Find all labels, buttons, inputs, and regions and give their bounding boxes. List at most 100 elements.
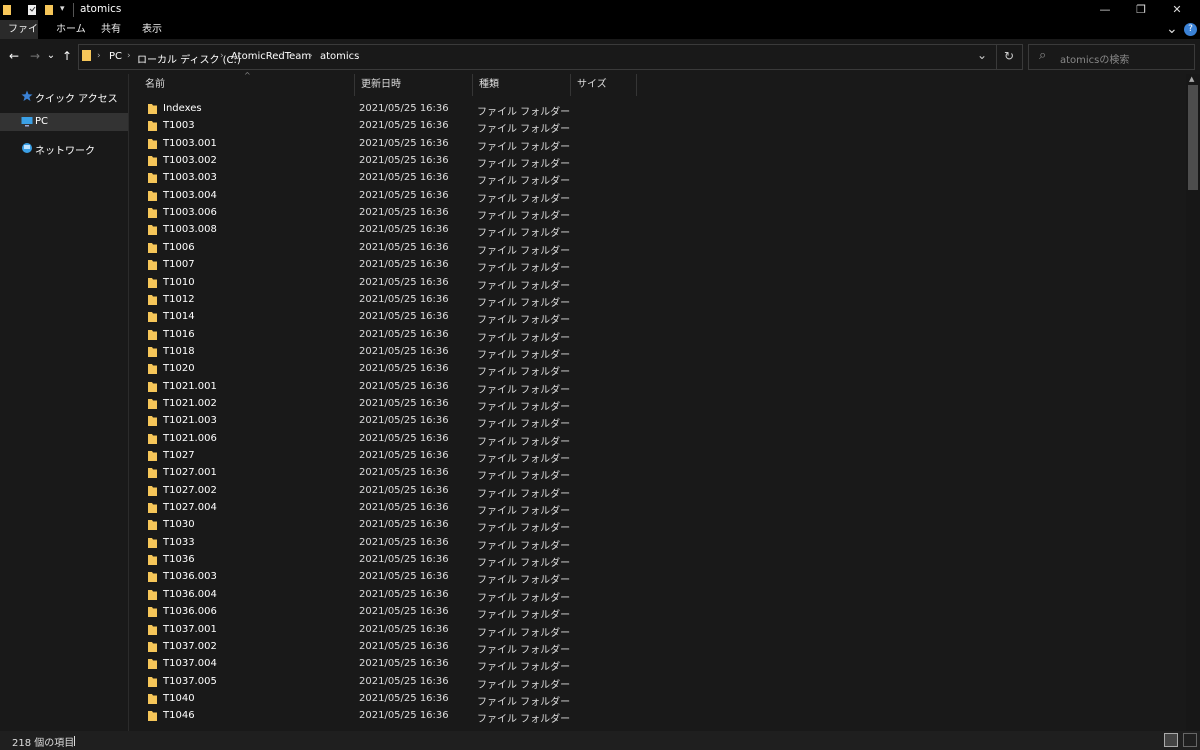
file-type: ファイル フォルダー [477, 124, 571, 136]
file-row[interactable]: T1003 2021/05/25 16:36 ファイル フォルダー [130, 118, 1130, 135]
forward-button[interactable]: → [28, 49, 42, 63]
folder-icon [148, 711, 157, 722]
folder-icon [148, 607, 157, 618]
recent-locations-button[interactable]: ⌄ [44, 49, 58, 63]
chevron-down-icon[interactable]: ⌄ [1166, 21, 1178, 37]
column-header-size[interactable]: サイズ [571, 74, 637, 96]
folder-icon [148, 676, 157, 687]
file-row[interactable]: T1046 2021/05/25 16:36 ファイル フォルダー [130, 708, 1130, 725]
file-type: ファイル フォルダー [477, 540, 571, 552]
scroll-up-arrow[interactable]: ▲ [1189, 75, 1194, 83]
search-input[interactable]: atomicsの検索 [1060, 51, 1129, 66]
file-row[interactable]: T1027 2021/05/25 16:36 ファイル フォルダー [130, 448, 1130, 465]
file-date: 2021/05/25 16:36 [359, 554, 449, 566]
column-header-date[interactable]: 更新日時 [355, 74, 473, 96]
file-row[interactable]: T1010 2021/05/25 16:36 ファイル フォルダー [130, 275, 1130, 292]
column-header-name[interactable]: 名前 [139, 74, 355, 96]
folder-icon [148, 190, 157, 201]
file-row[interactable]: T1033 2021/05/25 16:36 ファイル フォルダー [130, 535, 1130, 552]
sidebar-item-network[interactable]: ネットワーク [0, 139, 128, 157]
address-divider [996, 44, 997, 70]
file-name: T1037.001 [163, 623, 217, 635]
close-button[interactable]: ✕ [1154, 0, 1200, 20]
file-date: 2021/05/25 16:36 [359, 623, 449, 635]
title-bar [0, 0, 1200, 20]
file-row[interactable]: Indexes 2021/05/25 16:36 ファイル フォルダー [130, 101, 1130, 118]
folder-icon [148, 138, 157, 149]
file-row[interactable]: T1027.002 2021/05/25 16:36 ファイル フォルダー [130, 483, 1130, 500]
file-row[interactable]: T1006 2021/05/25 16:36 ファイル フォルダー [130, 240, 1130, 257]
file-type: ファイル フォルダー [477, 575, 571, 587]
file-row[interactable]: T1027.004 2021/05/25 16:36 ファイル フォルダー [130, 500, 1130, 517]
back-button[interactable]: ← [7, 49, 21, 63]
file-row[interactable]: T1021.006 2021/05/25 16:36 ファイル フォルダー [130, 431, 1130, 448]
column-header-type[interactable]: 種類 [473, 74, 571, 96]
sidebar-item-quick-access[interactable]: クイック アクセス [0, 87, 128, 105]
file-row[interactable]: T1012 2021/05/25 16:36 ファイル フォルダー [130, 292, 1130, 309]
customize-toolbar-icon[interactable]: ▾ [60, 4, 65, 14]
file-row[interactable]: T1007 2021/05/25 16:36 ファイル フォルダー [130, 257, 1130, 274]
scrollbar-thumb[interactable] [1188, 85, 1198, 190]
file-row[interactable]: T1036.006 2021/05/25 16:36 ファイル フォルダー [130, 604, 1130, 621]
file-row[interactable]: T1003.002 2021/05/25 16:36 ファイル フォルダー [130, 153, 1130, 170]
file-name: T1003 [163, 120, 195, 132]
sidebar-item-pc[interactable]: PC [0, 113, 128, 131]
file-row[interactable]: T1020 2021/05/25 16:36 ファイル フォルダー [130, 361, 1130, 378]
file-name: T1037.002 [163, 640, 217, 652]
navigation-pane [0, 74, 129, 731]
file-row[interactable]: T1036.004 2021/05/25 16:36 ファイル フォルダー [130, 587, 1130, 604]
folder-icon [148, 520, 157, 531]
file-name: T1027.004 [163, 502, 217, 514]
file-row[interactable]: T1014 2021/05/25 16:36 ファイル フォルダー [130, 309, 1130, 326]
up-button[interactable]: ↑ [60, 49, 74, 63]
file-type: ファイル フォルダー [477, 193, 571, 205]
breadcrumb-separator: › [127, 51, 131, 61]
folder-icon [148, 468, 157, 479]
file-row[interactable]: T1003.001 2021/05/25 16:36 ファイル フォルダー [130, 136, 1130, 153]
file-row[interactable]: T1021.002 2021/05/25 16:36 ファイル フォルダー [130, 396, 1130, 413]
refresh-icon[interactable]: ↻ [1004, 49, 1014, 63]
file-row[interactable]: T1016 2021/05/25 16:36 ファイル フォルダー [130, 327, 1130, 344]
file-row[interactable]: T1027.001 2021/05/25 16:36 ファイル フォルダー [130, 465, 1130, 482]
file-date: 2021/05/25 16:36 [359, 432, 449, 444]
breadcrumb-atomicredteam[interactable]: AtomicRedTeam [231, 51, 311, 62]
tab-share[interactable]: 共有 [93, 20, 129, 39]
file-type: ファイル フォルダー [477, 558, 571, 570]
properties-icon[interactable] [27, 4, 37, 16]
file-name: T1018 [163, 345, 195, 357]
tab-home[interactable]: ホーム [48, 20, 94, 39]
folder-icon [82, 50, 91, 61]
file-row[interactable]: T1037.002 2021/05/25 16:36 ファイル フォルダー [130, 639, 1130, 656]
file-row[interactable]: T1036 2021/05/25 16:36 ファイル フォルダー [130, 552, 1130, 569]
breadcrumb-atomics[interactable]: atomics [320, 51, 359, 62]
file-row[interactable]: T1021.003 2021/05/25 16:36 ファイル フォルダー [130, 413, 1130, 430]
details-view-button[interactable] [1164, 733, 1178, 747]
file-row[interactable]: T1037.001 2021/05/25 16:36 ファイル フォルダー [130, 622, 1130, 639]
file-row[interactable]: T1021.001 2021/05/25 16:36 ファイル フォルダー [130, 379, 1130, 396]
help-icon[interactable]: ? [1184, 23, 1197, 36]
file-row[interactable]: T1037.005 2021/05/25 16:36 ファイル フォルダー [130, 674, 1130, 691]
tab-view[interactable]: 表示 [134, 20, 170, 39]
file-row[interactable]: T1036.003 2021/05/25 16:36 ファイル フォルダー [130, 569, 1130, 586]
file-row[interactable]: T1018 2021/05/25 16:36 ファイル フォルダー [130, 344, 1130, 361]
file-row[interactable]: T1037.004 2021/05/25 16:36 ファイル フォルダー [130, 656, 1130, 673]
breadcrumb-separator: › [220, 51, 224, 61]
file-row[interactable]: T1030 2021/05/25 16:36 ファイル フォルダー [130, 517, 1130, 534]
file-row[interactable]: T1040 2021/05/25 16:36 ファイル フォルダー [130, 691, 1130, 708]
folder-icon [148, 277, 157, 288]
folder-icon [148, 104, 157, 114]
address-dropdown-icon[interactable]: ⌄ [977, 48, 987, 62]
file-type: ファイル フォルダー [477, 696, 571, 708]
file-date: 2021/05/25 16:36 [359, 172, 449, 184]
file-row[interactable]: T1003.003 2021/05/25 16:36 ファイル フォルダー [130, 170, 1130, 187]
new-folder-icon[interactable] [44, 4, 54, 16]
file-type: ファイル フォルダー [477, 176, 571, 188]
breadcrumb-local-disk[interactable]: ローカル ディスク (C:) [137, 51, 241, 66]
tab-file[interactable]: ファイル [0, 20, 38, 54]
folder-icon [148, 398, 157, 409]
file-row[interactable]: T1003.006 2021/05/25 16:36 ファイル フォルダー [130, 205, 1130, 222]
large-icons-view-button[interactable] [1183, 733, 1197, 747]
file-row[interactable]: T1003.008 2021/05/25 16:36 ファイル フォルダー [130, 222, 1130, 239]
file-row[interactable]: T1003.004 2021/05/25 16:36 ファイル フォルダー [130, 188, 1130, 205]
breadcrumb-pc[interactable]: PC [109, 51, 122, 62]
